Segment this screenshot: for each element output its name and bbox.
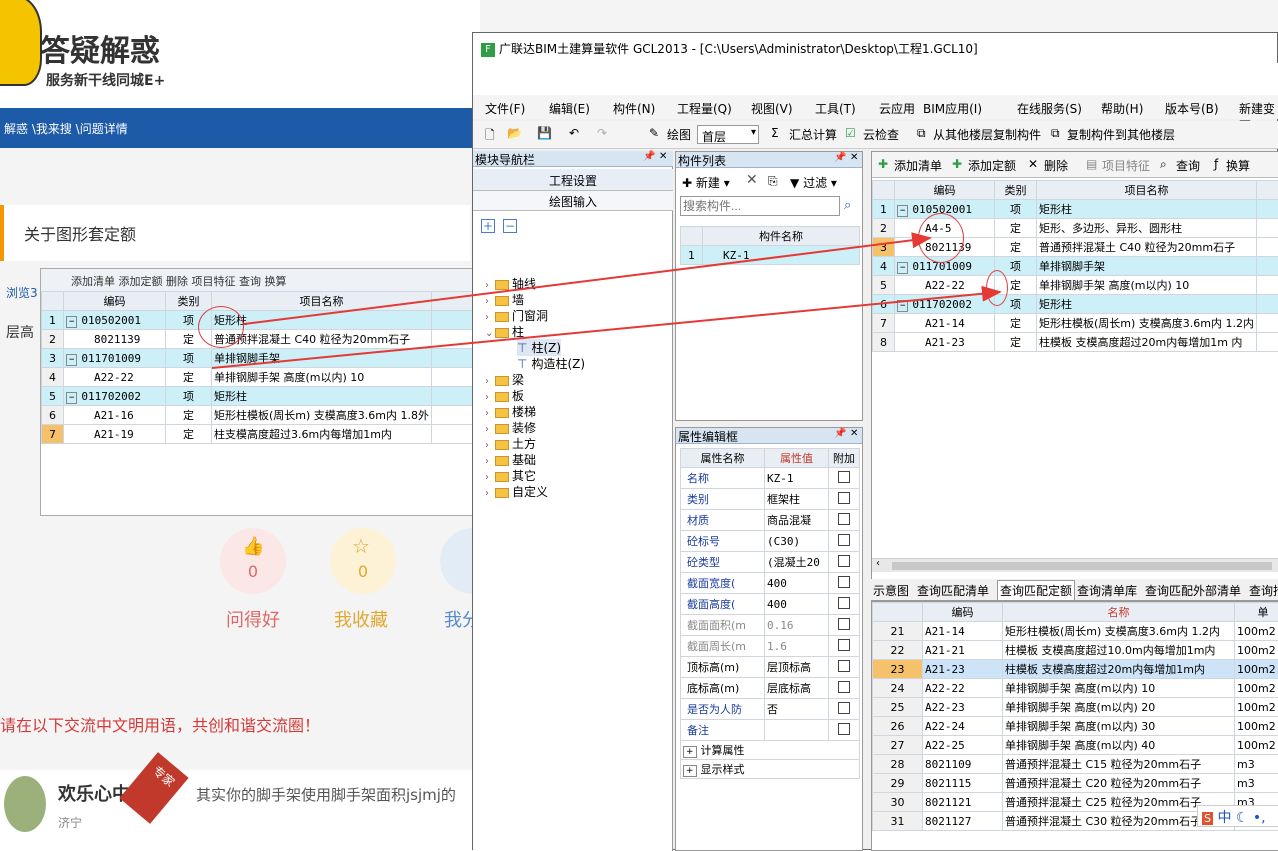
annotation-arrow (212, 292, 1000, 368)
annotation-arrows (0, 0, 1278, 850)
annotation-arrow (244, 238, 930, 324)
